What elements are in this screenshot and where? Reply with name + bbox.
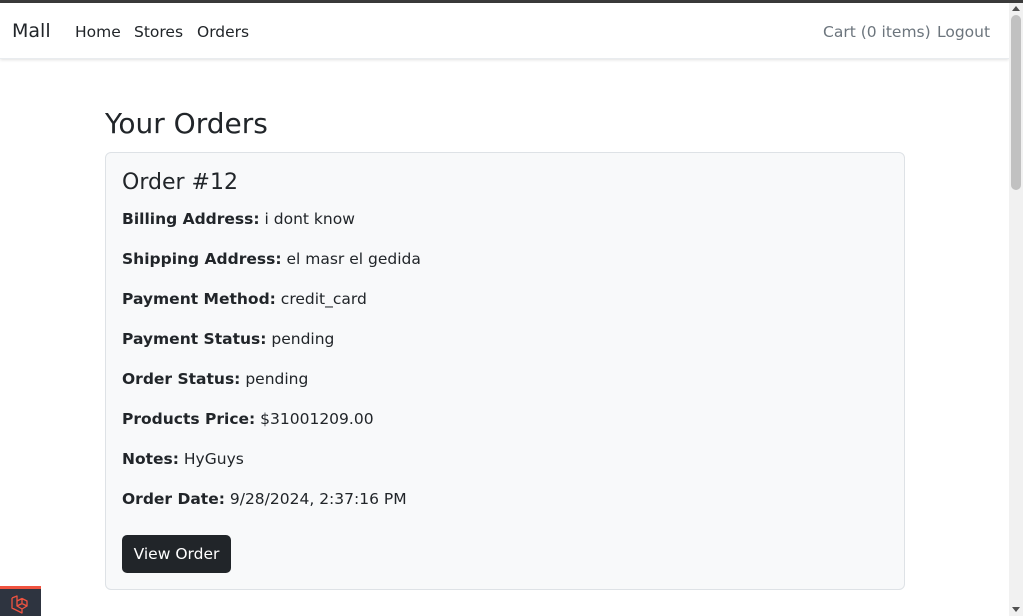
field-value: el masr el gedida [286,250,421,268]
view-order-button[interactable]: View Order [122,535,231,573]
logout-link[interactable]: Logout [937,23,990,41]
order-field-order-date: Order Date: 9/28/2024, 2:37:16 PM [122,490,407,508]
scrollbar-thumb[interactable] [1011,15,1021,190]
debugbar-toggle[interactable] [0,586,41,616]
field-value: i dont know [264,210,355,228]
field-label: Billing Address: [122,210,260,228]
brand-logo-link[interactable]: Mall [12,20,51,42]
nav-link-orders[interactable]: Orders [197,23,249,41]
order-field-products-price: Products Price: $31001209.00 [122,410,374,428]
field-label: Shipping Address: [122,250,282,268]
field-value: pending [245,370,309,388]
field-label: Order Date: [122,490,225,508]
order-field-billing-address: Billing Address: i dont know [122,210,355,228]
field-label: Payment Status: [122,330,267,348]
top-navbar: Mall Home Stores Orders Cart (0 items) L… [0,3,1009,59]
order-title: Order #12 [122,170,238,195]
page-title: Your Orders [105,107,268,140]
field-label: Order Status: [122,370,241,388]
field-value: HyGuys [183,450,244,468]
order-card: Order #12 Billing Address: i dont know S… [105,152,905,590]
order-field-shipping-address: Shipping Address: el masr el gedida [122,250,421,268]
field-value: 9/28/2024, 2:37:16 PM [229,490,407,508]
field-value: $31001209.00 [260,410,374,428]
field-label: Products Price: [122,410,256,428]
field-label: Notes: [122,450,179,468]
laravel-logo-icon [11,595,28,614]
order-field-notes: Notes: HyGuys [122,450,244,468]
nav-link-stores[interactable]: Stores [134,23,183,41]
page-scrollbar[interactable] [1009,3,1023,616]
field-label: Payment Method: [122,290,276,308]
scroll-down-arrow-icon[interactable] [1012,607,1020,612]
order-field-order-status: Order Status: pending [122,370,308,388]
field-value: credit_card [280,290,367,308]
cart-link[interactable]: Cart (0 items) [823,23,931,41]
order-field-payment-status: Payment Status: pending [122,330,334,348]
order-field-payment-method: Payment Method: credit_card [122,290,367,308]
field-value: pending [271,330,335,348]
nav-link-home[interactable]: Home [75,23,121,41]
scroll-up-arrow-icon[interactable] [1012,6,1020,11]
